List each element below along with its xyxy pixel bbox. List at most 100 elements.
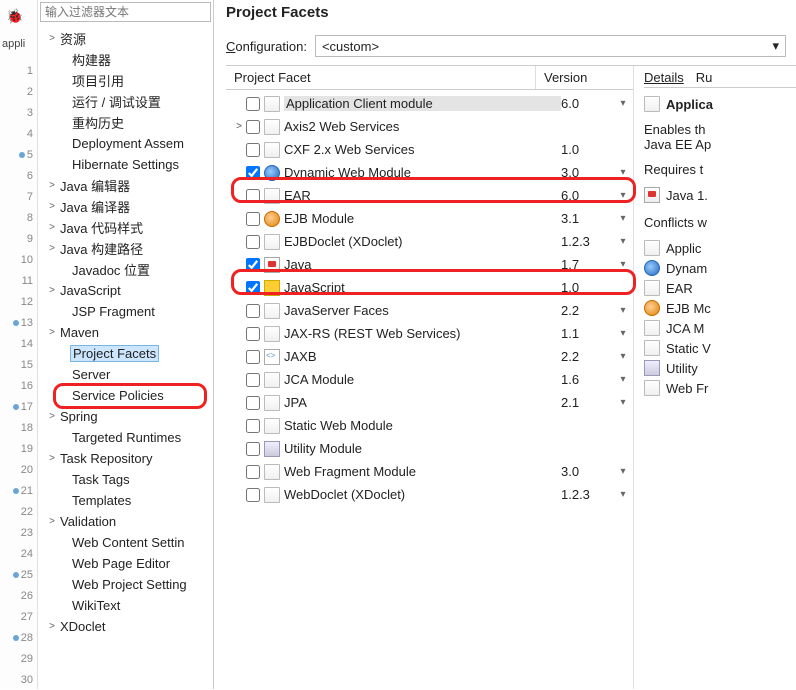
tree-item[interactable]: 构建器 bbox=[38, 49, 213, 70]
tree-item-label: XDoclet bbox=[58, 619, 108, 634]
facet-row[interactable]: Static Web Module bbox=[226, 414, 633, 437]
facet-checkbox[interactable] bbox=[246, 166, 260, 180]
facet-row[interactable]: JavaServer Faces2.2▾ bbox=[226, 299, 633, 322]
chevron-down-icon[interactable]: ▾ bbox=[613, 489, 633, 500]
chevron-down-icon[interactable]: ▾ bbox=[613, 374, 633, 385]
chevron-down-icon[interactable]: ▾ bbox=[613, 98, 633, 109]
tree-item[interactable]: 项目引用 bbox=[38, 70, 213, 91]
facet-checkbox[interactable] bbox=[246, 258, 260, 272]
facet-checkbox[interactable] bbox=[246, 488, 260, 502]
facet-table: Project Facet Version Application Client… bbox=[226, 66, 634, 689]
facet-checkbox[interactable] bbox=[246, 235, 260, 249]
tree-item[interactable]: Web Content Settin bbox=[38, 532, 213, 553]
facet-checkbox[interactable] bbox=[246, 281, 260, 295]
tree-item[interactable]: Hibernate Settings bbox=[38, 154, 213, 175]
i-page-icon bbox=[264, 464, 280, 480]
facet-row[interactable]: JPA2.1▾ bbox=[226, 391, 633, 414]
chevron-down-icon[interactable]: ▾ bbox=[613, 397, 633, 408]
chevron-down-icon[interactable]: ▾ bbox=[613, 259, 633, 270]
tree-item[interactable]: Targeted Runtimes bbox=[38, 427, 213, 448]
tab-details[interactable]: Details bbox=[644, 70, 684, 85]
facet-checkbox[interactable] bbox=[246, 350, 260, 364]
facet-row[interactable]: WebDoclet (XDoclet)1.2.3▾ bbox=[226, 483, 633, 506]
tree-item[interactable]: >Maven bbox=[38, 322, 213, 343]
tree-item[interactable]: Templates bbox=[38, 490, 213, 511]
facet-row[interactable]: EJB Module3.1▾ bbox=[226, 207, 633, 230]
facet-checkbox[interactable] bbox=[246, 212, 260, 226]
facet-checkbox[interactable] bbox=[246, 97, 260, 111]
facet-version: 1.7 bbox=[561, 257, 613, 272]
chevron-down-icon[interactable]: ▾ bbox=[613, 236, 633, 247]
tree-item[interactable]: Service Policies bbox=[38, 385, 213, 406]
facet-checkbox[interactable] bbox=[246, 304, 260, 318]
facet-checkbox[interactable] bbox=[246, 442, 260, 456]
facet-row[interactable]: Java1.7▾ bbox=[226, 253, 633, 276]
facet-row[interactable]: >Axis2 Web Services bbox=[226, 115, 633, 138]
facet-checkbox[interactable] bbox=[246, 143, 260, 157]
tree-item[interactable]: >Validation bbox=[38, 511, 213, 532]
tree-item[interactable]: Deployment Assem bbox=[38, 133, 213, 154]
configuration-select[interactable]: <custom> ▾ bbox=[315, 35, 786, 57]
facet-row[interactable]: Application Client module6.0▾ bbox=[226, 92, 633, 115]
i-bean-icon bbox=[644, 300, 660, 316]
i-page-icon bbox=[644, 280, 660, 296]
facet-checkbox[interactable] bbox=[246, 327, 260, 341]
facet-row[interactable]: EAR6.0▾ bbox=[226, 184, 633, 207]
tree-item-label: Deployment Assem bbox=[70, 136, 186, 151]
facet-row[interactable]: CXF 2.x Web Services1.0 bbox=[226, 138, 633, 161]
tree-item[interactable]: >JavaScript bbox=[38, 280, 213, 301]
facet-name: EJB Module bbox=[284, 211, 561, 226]
configuration-label: Configuration: bbox=[226, 39, 307, 54]
tree-item[interactable]: Project Facets bbox=[38, 343, 213, 364]
facet-checkbox[interactable] bbox=[246, 419, 260, 433]
tab-runtimes[interactable]: Ru bbox=[696, 70, 713, 85]
tree-item[interactable]: Javadoc 位置 bbox=[38, 259, 213, 280]
facet-row[interactable]: Dynamic Web Module3.0▾ bbox=[226, 161, 633, 184]
expand-icon: > bbox=[46, 180, 58, 191]
facet-version: 1.2.3 bbox=[561, 234, 613, 249]
facet-checkbox[interactable] bbox=[246, 189, 260, 203]
tree-item-label: JSP Fragment bbox=[70, 304, 157, 319]
facet-checkbox[interactable] bbox=[246, 465, 260, 479]
facet-row[interactable]: Utility Module bbox=[226, 437, 633, 460]
i-globe-icon bbox=[264, 165, 280, 181]
facet-row[interactable]: JCA Module1.6▾ bbox=[226, 368, 633, 391]
tree-item[interactable]: >Task Repository bbox=[38, 448, 213, 469]
facet-row[interactable]: JAX-RS (REST Web Services)1.1▾ bbox=[226, 322, 633, 345]
tree-item[interactable]: 运行 / 调试设置 bbox=[38, 91, 213, 112]
tree-item[interactable]: >Java 代码样式 bbox=[38, 217, 213, 238]
facet-name: EAR bbox=[284, 188, 561, 203]
facet-row[interactable]: EJBDoclet (XDoclet)1.2.3▾ bbox=[226, 230, 633, 253]
tree-item[interactable]: Server bbox=[38, 364, 213, 385]
chevron-down-icon[interactable]: ▾ bbox=[613, 305, 633, 316]
tree-item[interactable]: >Java 编译器 bbox=[38, 196, 213, 217]
facet-name: Java bbox=[284, 257, 561, 272]
tree-item[interactable]: Task Tags bbox=[38, 469, 213, 490]
chevron-down-icon[interactable]: ▾ bbox=[613, 351, 633, 362]
tree-item[interactable]: >Java 编辑器 bbox=[38, 175, 213, 196]
facet-row[interactable]: JAXB2.2▾ bbox=[226, 345, 633, 368]
facet-row[interactable]: Web Fragment Module3.0▾ bbox=[226, 460, 633, 483]
tree-item[interactable]: 重构历史 bbox=[38, 112, 213, 133]
facet-checkbox[interactable] bbox=[246, 373, 260, 387]
tree-item[interactable]: Web Page Editor bbox=[38, 553, 213, 574]
chevron-down-icon[interactable]: ▾ bbox=[613, 167, 633, 178]
tree-item[interactable]: >Spring bbox=[38, 406, 213, 427]
tree-item[interactable]: Web Project Setting bbox=[38, 574, 213, 595]
chevron-down-icon[interactable]: ▾ bbox=[613, 466, 633, 477]
chevron-down-icon[interactable]: ▾ bbox=[613, 190, 633, 201]
chevron-down-icon[interactable]: ▾ bbox=[613, 213, 633, 224]
filter-input[interactable] bbox=[40, 2, 211, 22]
tree-item[interactable]: JSP Fragment bbox=[38, 301, 213, 322]
facet-header-version[interactable]: Version bbox=[536, 66, 633, 89]
facet-checkbox[interactable] bbox=[246, 396, 260, 410]
tree-item[interactable]: WikiText bbox=[38, 595, 213, 616]
tree-item[interactable]: >Java 构建路径 bbox=[38, 238, 213, 259]
chevron-down-icon[interactable]: ▾ bbox=[613, 328, 633, 339]
tree-item[interactable]: >XDoclet bbox=[38, 616, 213, 637]
facet-header-name[interactable]: Project Facet bbox=[226, 66, 536, 89]
facet-checkbox[interactable] bbox=[246, 120, 260, 134]
tree-item-label: Maven bbox=[58, 325, 101, 340]
tree-item[interactable]: >资源 bbox=[38, 28, 213, 49]
facet-row[interactable]: JavaScript1.0 bbox=[226, 276, 633, 299]
